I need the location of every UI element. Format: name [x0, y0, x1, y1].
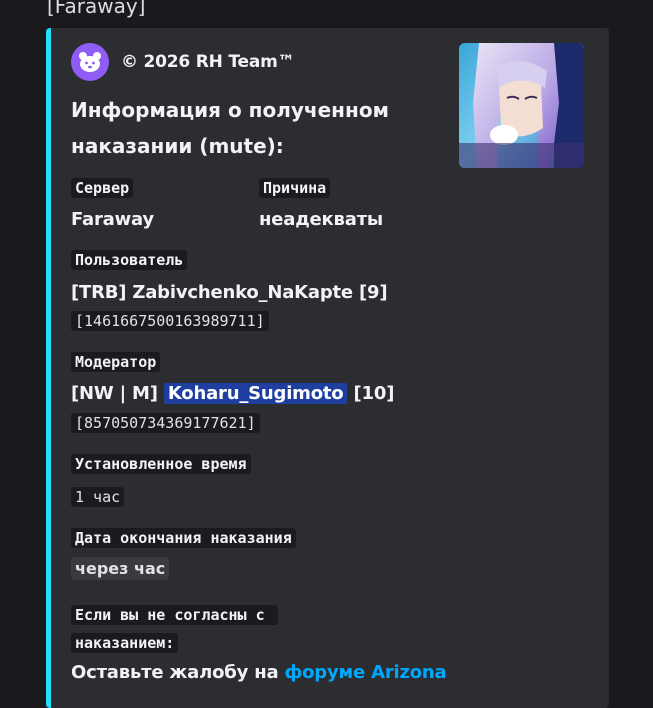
user-label: Пользователь — [71, 250, 188, 270]
field-appeal: Если вы не согласны с наказанием: — [71, 601, 278, 657]
embed-title: Информация о полученном наказании (mute)… — [71, 98, 389, 158]
embed-card: © 2026 RH Team™ Информация о полученном … — [46, 28, 609, 708]
reason-value: неадекваты — [259, 209, 384, 230]
server-value: Faraway — [71, 209, 154, 230]
embed-author: © 2026 RH Team™ — [71, 43, 295, 81]
field-duration: Установленное время — [71, 454, 251, 474]
moderator-prefix: [NW | M] — [71, 383, 158, 404]
bear-logo-icon — [71, 43, 109, 81]
embed-thumbnail[interactable] — [459, 43, 584, 168]
end-date-value-field: через час — [71, 557, 170, 580]
duration-value: 1 час — [71, 487, 125, 507]
appeal-label-line2: наказанием: — [71, 633, 179, 653]
duration-value-field: 1 час — [71, 487, 125, 507]
end-date-value: через час — [71, 557, 170, 580]
user-value: [TRB] Zabivchenko_NaKapte [9] — [71, 282, 388, 303]
moderator-id: [857050734369177621] — [71, 413, 260, 433]
field-reason: Причина — [259, 178, 331, 198]
moderator-id-field: [857050734369177621] — [71, 413, 260, 433]
moderator-suffix: [10] — [353, 383, 395, 404]
server-label: Сервер — [71, 178, 134, 198]
field-moderator: Модератор — [71, 352, 161, 372]
end-date-label: Дата окончания наказания — [71, 528, 296, 548]
field-server: Сервер — [71, 178, 134, 198]
appeal-text-prefix: Оставьте жалобу на — [71, 662, 285, 683]
appeal-label-line1: Если вы не согласны с — [71, 605, 278, 625]
appeal-forum-link[interactable]: форуме Arizona — [284, 662, 446, 683]
channel-text: [Faraway] — [47, 0, 146, 18]
user-id: [1461667500163989711] — [71, 311, 269, 331]
duration-label: Установленное время — [71, 454, 251, 474]
user-id-field: [1461667500163989711] — [71, 311, 269, 331]
reason-label: Причина — [259, 178, 331, 198]
moderator-mention[interactable]: Koharu_Sugimoto — [163, 383, 348, 404]
embed-author-name: © 2026 RH Team™ — [121, 52, 295, 72]
moderator-label: Модератор — [71, 352, 161, 372]
appeal-text: Оставьте жалобу на форуме Arizona — [71, 662, 447, 683]
moderator-value: [NW | M] Koharu_Sugimoto [10] — [71, 383, 394, 404]
field-user: Пользователь — [71, 250, 188, 270]
field-end-date: Дата окончания наказания — [71, 528, 296, 548]
